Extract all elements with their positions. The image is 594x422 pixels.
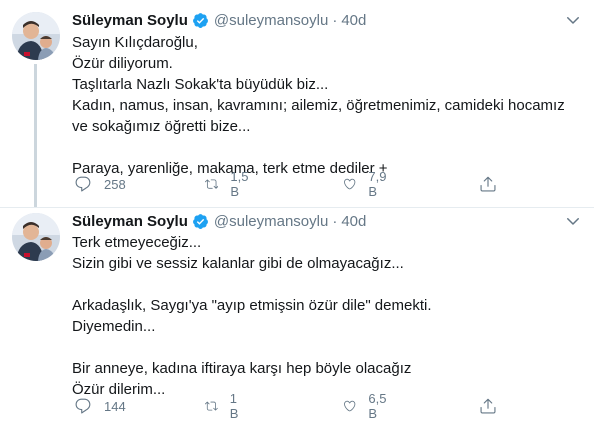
text-line: Arkadaşlık, Saygı'ya "ayıp etmişsin özür… — [72, 297, 432, 314]
reply-count: 144 — [104, 398, 126, 414]
verified-badge-icon — [192, 12, 209, 29]
text-line: Kadın, namus, insan, kavramını; ailemiz,… — [72, 97, 565, 114]
text-line: ve sokağımız öğretti bize... — [72, 118, 251, 135]
share-icon — [480, 176, 496, 192]
caret-down-icon[interactable] — [564, 11, 582, 29]
text-line: Paraya, yarenliğe, makama, terk etme ded… — [72, 160, 388, 177]
reply-button[interactable]: 144 — [74, 396, 126, 416]
text-line: Taşlıtarla Nazlı Sokak'ta büyüdük biz... — [72, 76, 329, 93]
author-handle[interactable]: @suleymansoylu — [214, 213, 328, 230]
like-icon — [344, 400, 356, 412]
text-line: Diyemedin... — [72, 318, 156, 335]
reply-icon — [75, 176, 91, 192]
separator-dot: · — [332, 11, 338, 29]
like-count: 6,5 B — [368, 391, 387, 421]
caret-down-icon[interactable] — [564, 212, 582, 230]
retweet-button[interactable]: 1,5 B — [205, 169, 253, 199]
share-button[interactable] — [479, 174, 497, 194]
reply-button[interactable]: 258 — [74, 174, 126, 194]
author-handle[interactable]: @suleymansoylu — [214, 12, 328, 29]
reply-icon — [75, 398, 91, 414]
share-icon — [480, 398, 496, 414]
text-line: Bir anneye, kadına iftiraya karşı hep bö… — [72, 360, 412, 377]
retweet-count: 1,5 B — [230, 169, 249, 199]
text-line: Sizin gibi ve sessiz kalanlar gibi de ol… — [72, 255, 404, 272]
tweet-1[interactable]: Süleyman Soylu @suleymansoylu · 40d Sayı… — [0, 0, 594, 208]
retweet-button[interactable]: 1 B — [205, 391, 244, 421]
tweet-text: Terk etmeyeceğiz... Sizin gibi ve sessiz… — [72, 232, 577, 400]
tweet-header: Süleyman Soylu @suleymansoylu · 40d — [72, 210, 366, 232]
author-name[interactable]: Süleyman Soylu — [72, 12, 188, 29]
text-line: Sayın Kılıçdaroğlu, — [72, 34, 198, 51]
separator-dot: · — [332, 212, 338, 230]
timestamp[interactable]: 40d — [341, 12, 366, 29]
retweet-icon — [205, 179, 219, 189]
tweet-header: Süleyman Soylu @suleymansoylu · 40d — [72, 9, 366, 31]
text-line: Özür diliyorum. — [72, 55, 173, 72]
like-icon — [344, 178, 356, 190]
like-button[interactable]: 7,9 B — [343, 169, 391, 199]
like-button[interactable]: 6,5 B — [343, 391, 391, 421]
author-name[interactable]: Süleyman Soylu — [72, 213, 188, 230]
reply-count: 258 — [104, 176, 126, 192]
retweet-icon — [205, 401, 218, 411]
tweet-text: Sayın Kılıçdaroğlu, Özür diliyorum. Taşl… — [72, 32, 577, 179]
share-button[interactable] — [479, 396, 497, 416]
thread-line — [34, 64, 37, 208]
text-line: Terk etmeyeceğiz... — [72, 234, 202, 251]
avatar[interactable] — [12, 213, 60, 261]
timestamp[interactable]: 40d — [341, 213, 366, 230]
like-count: 7,9 B — [368, 169, 387, 199]
retweet-count: 1 B — [229, 391, 239, 421]
avatar[interactable] — [12, 12, 60, 60]
tweet-2[interactable]: Süleyman Soylu @suleymansoylu · 40d Terk… — [0, 208, 594, 422]
verified-badge-icon — [192, 213, 209, 230]
text-line: Özür dilerim... — [72, 381, 166, 398]
